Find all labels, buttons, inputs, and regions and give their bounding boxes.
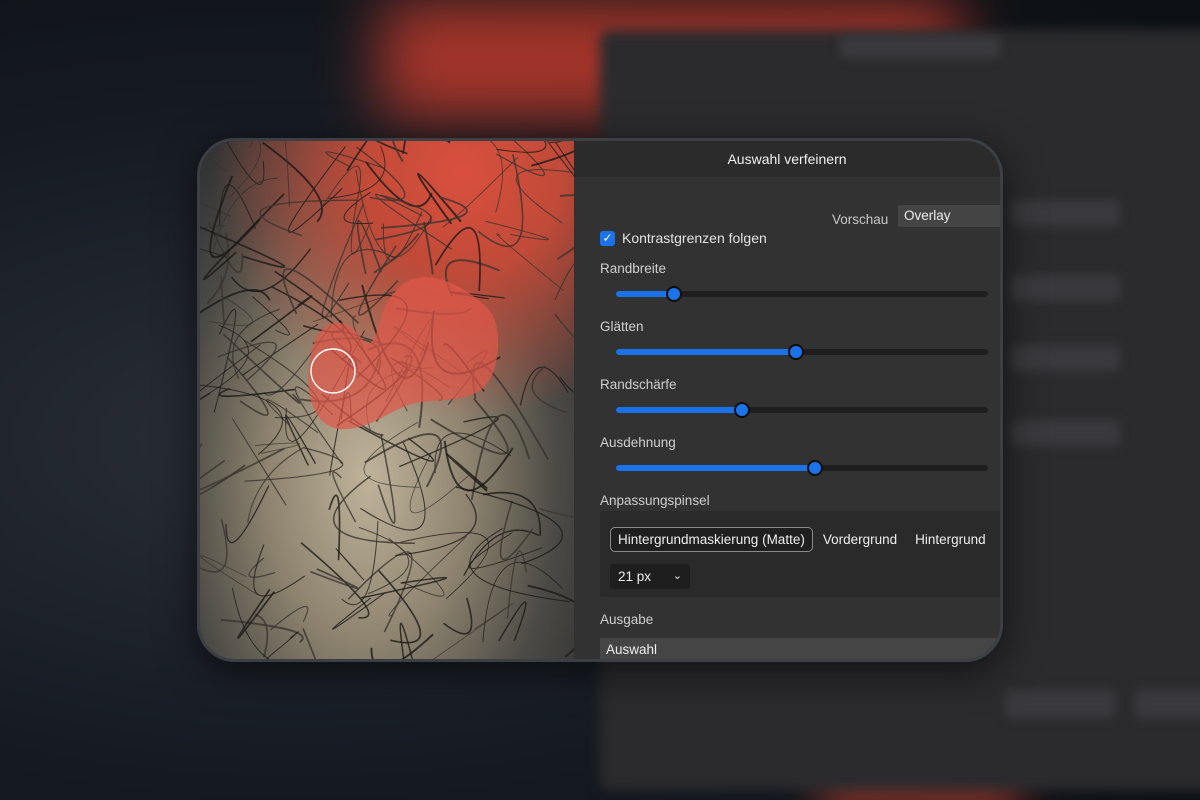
brush-mode-foreground[interactable]: Vordergrund [815, 527, 905, 552]
settings-panel: Auswahl verfeinern Vorschau Overlay ✓ Ko… [574, 141, 1000, 659]
background-bar [840, 36, 1000, 58]
brush-mode-matte[interactable]: Hintergrundmaskierung (Matte) [610, 527, 813, 552]
background-bar [1010, 200, 1120, 226]
red-mask-region [308, 277, 499, 430]
slider-fill [616, 349, 797, 355]
brush-size-select[interactable]: 21 px ⌄ [610, 564, 690, 589]
follow-edges-label: Kontrastgrenzen folgen [622, 230, 767, 246]
output-label: Ausgabe [600, 612, 654, 627]
background-bar [1010, 420, 1120, 446]
slider-label-expand: Ausdehnung [600, 435, 676, 450]
slider-width[interactable] [616, 286, 988, 302]
slider-expand[interactable] [616, 460, 988, 476]
slider-thumb[interactable] [788, 344, 805, 360]
chevron-down-icon: ⌄ [672, 570, 682, 582]
selection-overlay [308, 277, 499, 430]
background-bar [1010, 345, 1120, 371]
slider-label-smooth: Glätten [600, 319, 644, 334]
brush-mode-segmented: Hintergrundmaskierung (Matte) Vordergrun… [610, 527, 996, 552]
brush-section-label: Anpassungspinsel [600, 493, 710, 508]
slider-fill [616, 407, 743, 413]
slider-label-feather: Randschärfe [600, 377, 677, 392]
image-preview[interactable] [200, 141, 574, 659]
background-bar [1005, 690, 1115, 718]
output-select[interactable]: Auswahl [600, 638, 1000, 659]
slider-thumb[interactable] [734, 402, 751, 418]
background-bar [1010, 275, 1120, 301]
slider-fill [616, 465, 816, 471]
background-bar [1135, 690, 1200, 718]
slider-feather[interactable] [616, 402, 988, 418]
brush-options: Hintergrundmaskierung (Matte) Vordergrun… [600, 511, 1000, 597]
refine-selection-card: Auswahl verfeinern Vorschau Overlay ✓ Ko… [197, 138, 1003, 662]
brush-size-value: 21 px [618, 569, 652, 584]
preview-mode-select[interactable]: Overlay [898, 205, 1000, 227]
preview-label: Vorschau [832, 212, 889, 227]
follow-edges-option[interactable]: ✓ Kontrastgrenzen folgen [600, 230, 767, 246]
slider-thumb[interactable] [807, 460, 824, 476]
brush-mode-background[interactable]: Hintergrund [907, 527, 994, 552]
slider-smooth[interactable] [616, 344, 988, 360]
checkbox-checked-icon[interactable]: ✓ [600, 230, 615, 246]
slider-thumb[interactable] [665, 286, 682, 302]
slider-label-width: Randbreite [600, 261, 667, 276]
dialog-title: Auswahl verfeinern [574, 141, 1000, 177]
